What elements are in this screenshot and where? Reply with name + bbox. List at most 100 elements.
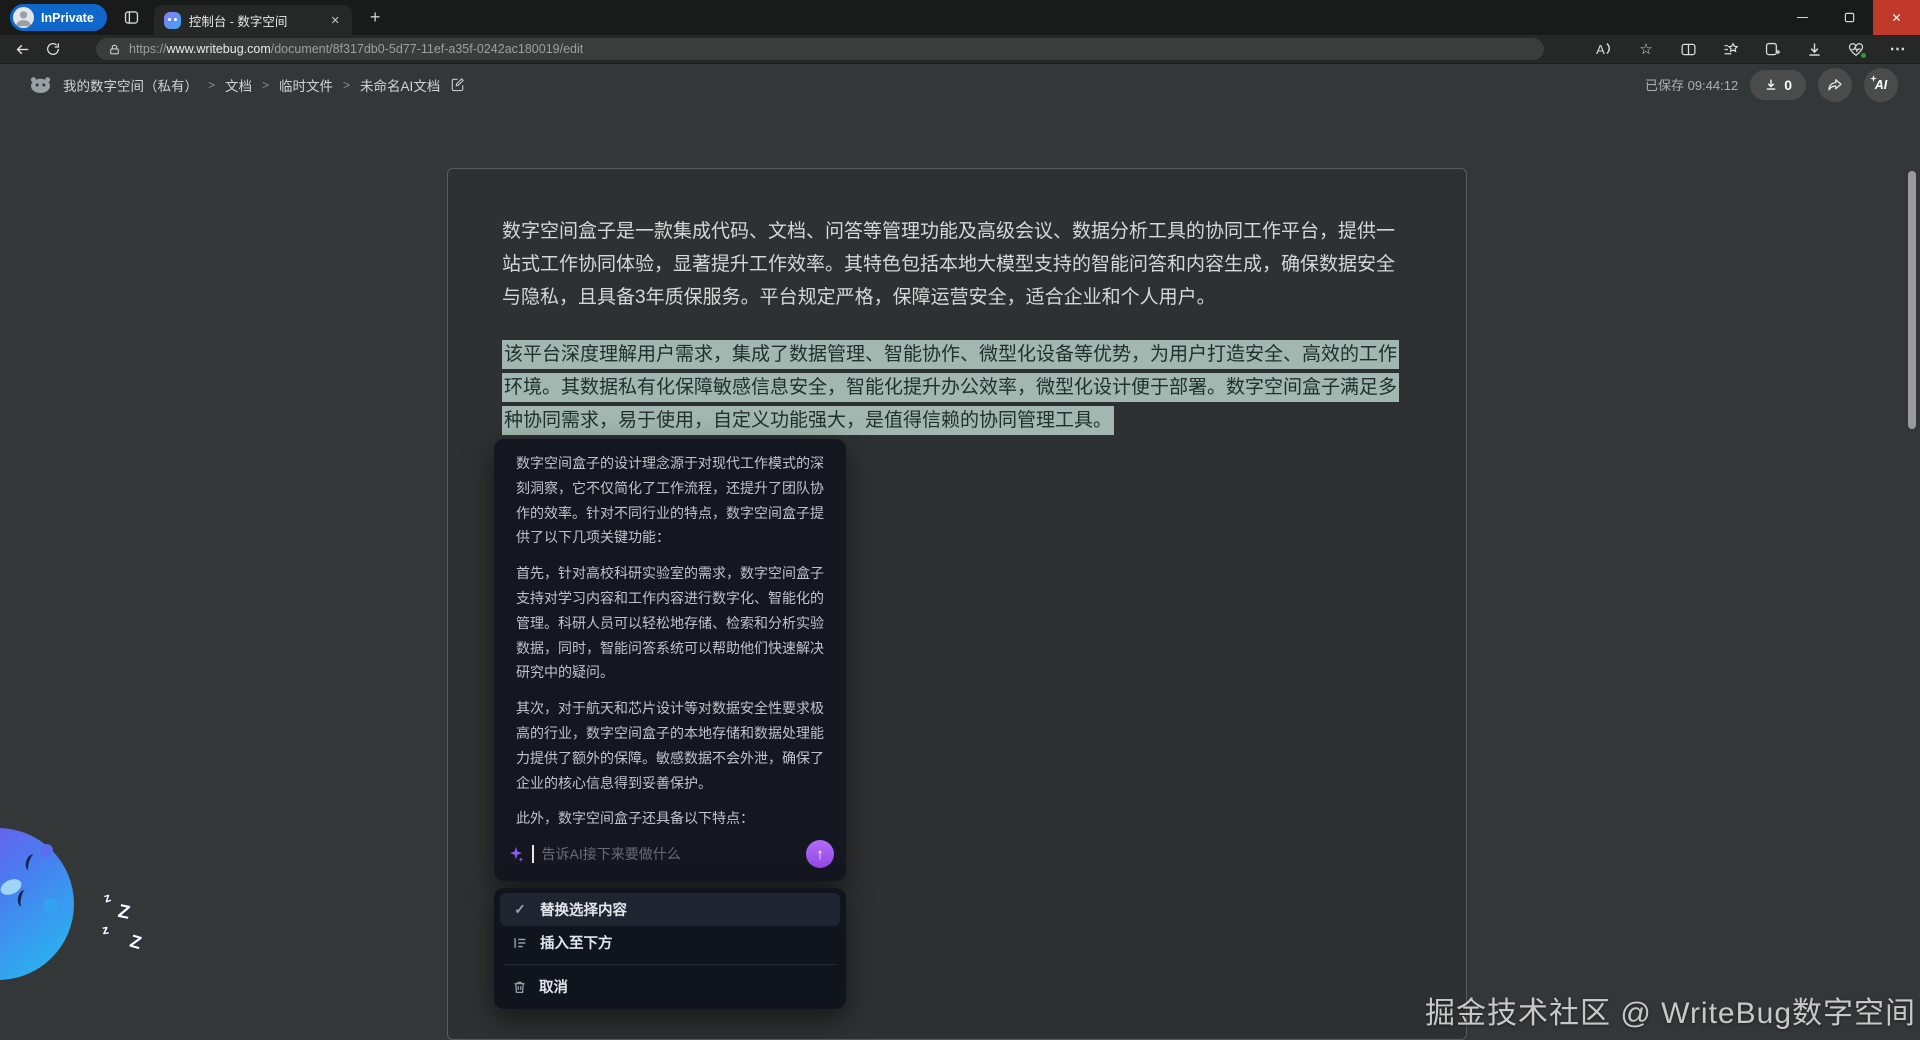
watermark: 掘金技术社区 @ WriteBug数字空间 xyxy=(1425,988,1916,1032)
site-favicon-robot-icon xyxy=(164,12,181,29)
sleep-z-icon: Z xyxy=(127,931,143,954)
trash-icon xyxy=(512,979,527,995)
ai-suggestion-popup: 数字空间盒子的设计理念源于对现代工作模式的深刻洞察，它不仅简化了工作流程，还提升… xyxy=(494,439,846,881)
window-close-button[interactable]: ✕ xyxy=(1873,0,1920,35)
window-minimize-button[interactable] xyxy=(1779,0,1826,35)
lock-icon xyxy=(108,43,121,56)
downloads-button[interactable] xyxy=(1800,37,1828,61)
split-screen-icon xyxy=(1680,41,1697,58)
url-scheme: https:// xyxy=(129,42,167,56)
menu-divider xyxy=(504,964,836,965)
back-button[interactable] xyxy=(14,41,31,58)
closed-eye-icon xyxy=(16,889,30,908)
settings-more-button[interactable]: ⋯ xyxy=(1884,37,1912,61)
sleep-z-icon: z xyxy=(102,889,113,905)
breadcrumb-current-doc[interactable]: 未命名AI文档 xyxy=(360,75,440,95)
download-count-button[interactable]: 0 xyxy=(1750,70,1806,100)
new-tab-button[interactable]: + xyxy=(364,7,387,28)
refresh-button[interactable] xyxy=(45,41,61,57)
chevron-right-icon: > xyxy=(262,78,269,92)
read-aloud-button[interactable]: A xyxy=(1590,37,1618,61)
minimize-icon xyxy=(1797,17,1808,19)
ai-input-placeholder: 告诉AI接下来要做什么 xyxy=(542,844,799,864)
browser-titlebar: InPrivate 控制台 - 数字空间 ✕ + ✕ xyxy=(0,0,1920,35)
url-domain: www.writebug.com xyxy=(167,42,271,56)
tab-plus-icon xyxy=(1764,41,1781,58)
menu-item-label: 插入至下方 xyxy=(540,932,613,953)
share-button[interactable] xyxy=(1818,68,1852,102)
download-icon xyxy=(1806,41,1823,58)
text-cursor xyxy=(532,845,534,863)
menu-item-label: 取消 xyxy=(539,976,568,997)
rename-pencil-icon[interactable] xyxy=(450,77,465,92)
tab-plus-button[interactable] xyxy=(1758,37,1786,61)
breadcrumb-root[interactable]: 我的数字空间（私有） xyxy=(63,75,198,95)
doc-actions: 已保存 09:44:12 0 AI xyxy=(1645,68,1898,102)
url-text: https://www.writebug.com/document/8f317d… xyxy=(129,42,583,56)
save-status: 已保存 09:44:12 xyxy=(1645,75,1738,94)
download-icon xyxy=(1764,77,1778,92)
ai-generated-paragraph: 其次，对于航天和芯片设计等对数据安全性要求极高的行业，数字空间盒子的本地存储和数… xyxy=(516,696,824,795)
browser-essentials-button[interactable] xyxy=(1842,37,1870,61)
collections-icon xyxy=(1722,41,1739,58)
sleep-z-icon: Z xyxy=(116,901,132,925)
favorites-button[interactable]: ☆ xyxy=(1632,37,1660,61)
breadcrumb-temp-files[interactable]: 临时文件 xyxy=(279,75,333,95)
chevron-right-icon: > xyxy=(343,78,350,92)
tab-close-icon[interactable]: ✕ xyxy=(327,12,344,29)
menu-item-insert-below[interactable]: 插入至下方 xyxy=(500,926,840,959)
tab-title: 控制台 - 数字空间 xyxy=(189,11,319,30)
window-maximize-button[interactable] xyxy=(1826,0,1873,35)
tab-actions-icon[interactable] xyxy=(123,9,140,26)
refresh-icon xyxy=(45,41,61,57)
url-field[interactable]: https://www.writebug.com/document/8f317d… xyxy=(96,38,1544,60)
inprivate-badge[interactable]: InPrivate xyxy=(10,4,107,31)
ai-action-menu: ✓ 替换选择内容 插入至下方 取消 xyxy=(494,888,846,1009)
workspace-topbar: 我的数字空间（私有） > 文档 > 临时文件 > 未命名AI文档 已保存 09:… xyxy=(0,63,1920,105)
menu-item-replace-selection[interactable]: ✓ 替换选择内容 xyxy=(500,893,840,926)
ai-generated-paragraph: 数字空间盒子的设计理念源于对现代工作模式的深刻洞察，它不仅简化了工作流程，还提升… xyxy=(516,451,824,550)
sleeping-robot-mascot[interactable] xyxy=(0,828,74,980)
share-arrow-icon xyxy=(1826,77,1844,93)
send-prompt-button[interactable]: ↑ xyxy=(806,840,834,868)
closed-eye-icon xyxy=(24,853,40,873)
ai-assistant-button[interactable]: AI xyxy=(1864,68,1898,102)
breadcrumb-docs[interactable]: 文档 xyxy=(225,75,252,95)
menu-item-label: 替换选择内容 xyxy=(540,899,627,920)
robot-icon xyxy=(28,75,53,94)
maximize-icon xyxy=(1844,12,1855,23)
read-aloud-icon: A xyxy=(1596,42,1612,57)
url-path: /document/8f317db0-5d77-11ef-a35f-0242ac… xyxy=(271,42,584,56)
breadcrumb: 我的数字空间（私有） > 文档 > 临时文件 > 未命名AI文档 xyxy=(28,75,465,95)
browser-toolbar-icons: A ☆ ⋯ xyxy=(1590,35,1912,63)
chevron-right-icon: > xyxy=(208,78,215,92)
sparkle-icon xyxy=(508,846,524,862)
window-controls: ✕ xyxy=(1779,0,1920,35)
inprivate-label: InPrivate xyxy=(41,11,94,25)
back-arrow-icon xyxy=(14,41,31,58)
ai-prompt-input[interactable]: 告诉AI接下来要做什么 ↑ xyxy=(508,837,834,871)
mascot-antenna xyxy=(40,844,53,857)
split-screen-button[interactable] xyxy=(1674,37,1702,61)
mascot-arm xyxy=(43,898,58,913)
person-icon xyxy=(13,7,34,28)
star-icon: ☆ xyxy=(1639,40,1652,58)
sparkle-icon xyxy=(1870,75,1877,82)
browser-tab[interactable]: 控制台 - 数字空间 ✕ xyxy=(154,5,352,35)
ellipsis-icon: ⋯ xyxy=(1890,39,1907,59)
insert-below-icon xyxy=(512,935,528,951)
ai-generated-paragraph: 此外，数字空间盒子还具备以下特点： xyxy=(516,806,824,831)
check-icon: ✓ xyxy=(512,901,528,918)
browser-addressbar: https://www.writebug.com/document/8f317d… xyxy=(0,35,1920,63)
status-dot xyxy=(1860,52,1867,59)
up-arrow-icon: ↑ xyxy=(816,846,824,863)
text-selection-highlight[interactable]: 该平台深度理解用户需求，集成了数据管理、智能协作、微型化设备等优势，为用户打造安… xyxy=(502,340,1399,435)
sleep-z-icon: z xyxy=(101,922,110,938)
document-paragraph-selected[interactable]: 该平台深度理解用户需求，集成了数据管理、智能协作、微型化设备等优势，为用户打造安… xyxy=(502,338,1412,437)
ai-generated-paragraph: 首先，针对高校科研实验室的需求，数字空间盒子支持对学习内容和工作内容进行数字化、… xyxy=(516,561,824,685)
menu-item-cancel[interactable]: 取消 xyxy=(500,970,840,1003)
document-paragraph[interactable]: 数字空间盒子是一款集成代码、文档、问答等管理功能及高级会议、数据分析工具的协同工… xyxy=(502,215,1412,314)
scrollbar-thumb[interactable] xyxy=(1908,171,1916,429)
collections-button[interactable] xyxy=(1716,37,1744,61)
download-count: 0 xyxy=(1784,77,1792,93)
